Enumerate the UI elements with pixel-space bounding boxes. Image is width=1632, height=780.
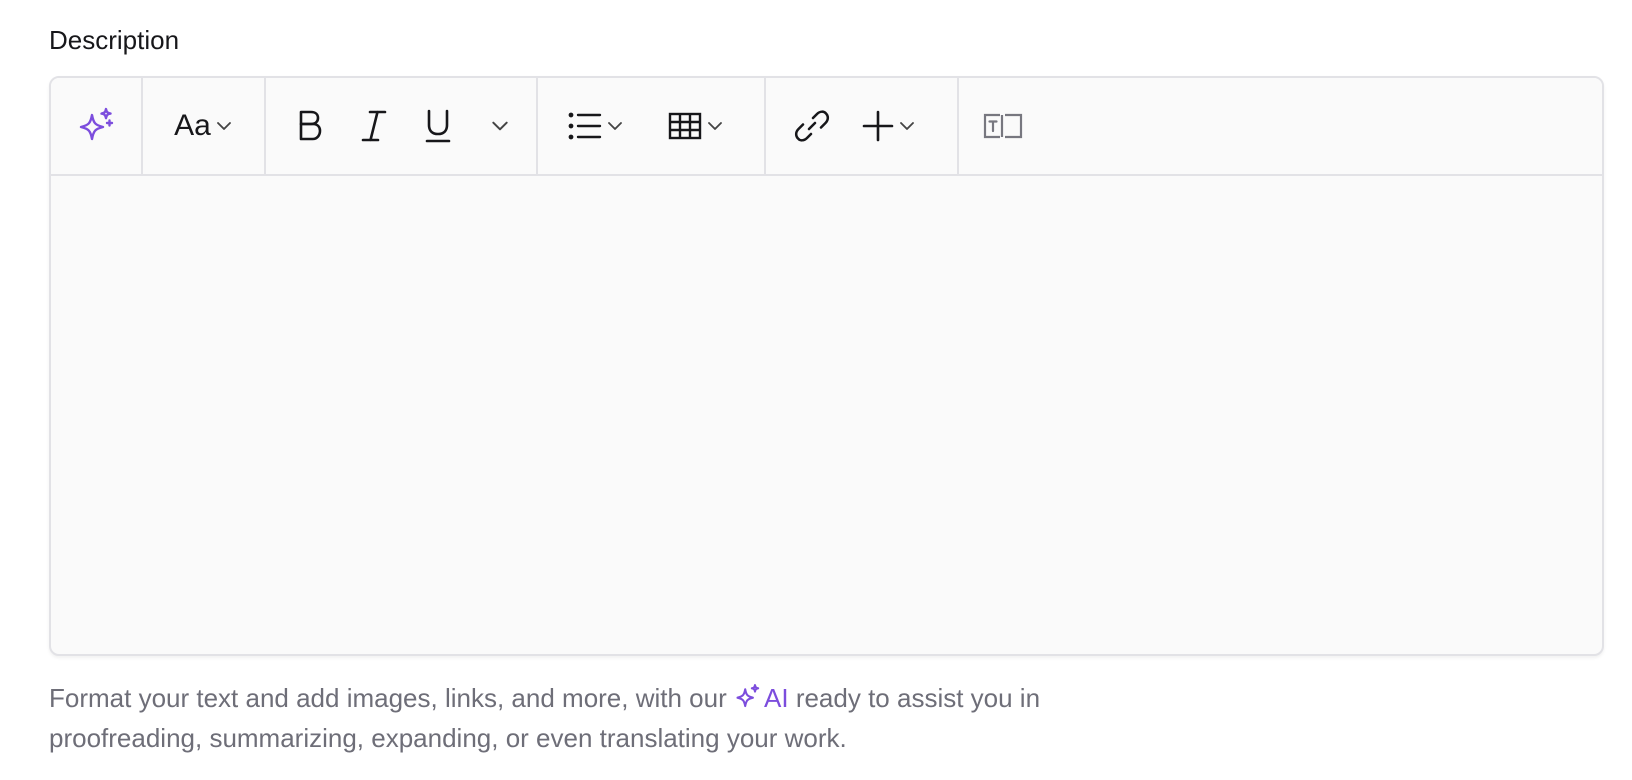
ai-assist-button[interactable] — [68, 98, 124, 154]
italic-button[interactable] — [354, 98, 394, 154]
text-field-button[interactable] — [983, 98, 1023, 154]
underline-button[interactable] — [418, 98, 458, 154]
table-icon — [668, 112, 702, 140]
sparkles-icon — [736, 684, 760, 708]
chevron-down-icon — [216, 122, 231, 130]
toolbar-group-insert — [766, 78, 959, 174]
chevron-down-icon — [900, 122, 914, 130]
text-style-label: Aa — [174, 109, 211, 142]
bold-button[interactable] — [290, 98, 330, 154]
ai-link-label: AI — [764, 683, 789, 713]
help-text-before: Format your text and add images, links, … — [49, 683, 727, 713]
chevron-down-icon — [608, 122, 622, 130]
bold-icon — [299, 110, 322, 141]
toolbar-group-text-style: Aa — [143, 78, 266, 174]
toolbar-group-ai — [51, 78, 143, 174]
link-button[interactable] — [792, 98, 832, 154]
toolbar-group-fields — [959, 78, 1023, 174]
link-icon — [794, 110, 830, 142]
ai-link[interactable]: AI — [734, 683, 789, 713]
table-dropdown[interactable] — [668, 98, 724, 154]
sparkles-icon — [79, 107, 114, 141]
chevron-down-icon — [492, 121, 508, 131]
italic-icon — [361, 110, 387, 142]
rich-text-editor: Aa — [49, 76, 1604, 656]
plus-icon — [862, 110, 894, 142]
insert-dropdown[interactable] — [862, 98, 916, 154]
more-formatting-dropdown[interactable] — [480, 98, 520, 154]
editor-toolbar: Aa — [51, 78, 1602, 176]
toolbar-group-blocks — [538, 78, 766, 174]
editor-content-area[interactable] — [51, 176, 1602, 654]
list-dropdown[interactable] — [568, 98, 624, 154]
text-field-icon — [983, 113, 1023, 139]
help-text: Format your text and add images, links, … — [49, 678, 1179, 758]
field-label: Description — [49, 25, 180, 55]
bulleted-list-icon — [568, 112, 602, 140]
text-style-dropdown[interactable]: Aa — [174, 98, 233, 154]
underline-icon — [425, 109, 451, 143]
toolbar-group-formatting — [266, 78, 538, 174]
chevron-down-icon — [708, 122, 722, 130]
